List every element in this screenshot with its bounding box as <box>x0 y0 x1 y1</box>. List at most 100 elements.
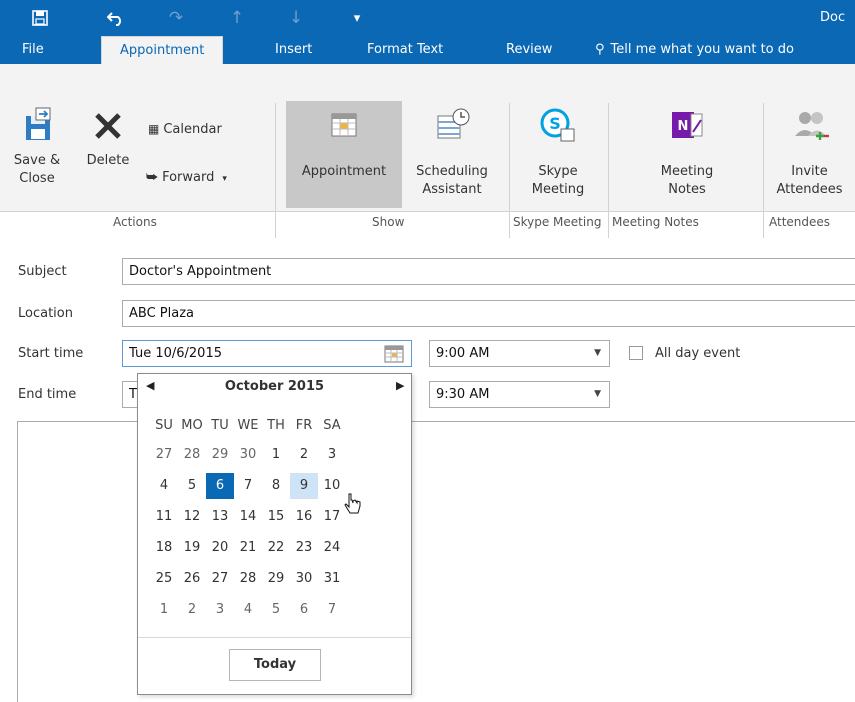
calendar-day[interactable]: 14 <box>234 504 262 530</box>
undo-icon[interactable] <box>98 0 134 36</box>
forward-dropdown-icon[interactable]: ▾ <box>222 174 227 184</box>
redo-icon[interactable]: ↷ <box>158 0 194 36</box>
today-button[interactable]: Today <box>229 649 321 681</box>
save-icon[interactable] <box>22 0 58 36</box>
down-arrow-icon[interactable]: ↓ <box>278 0 314 36</box>
calendar-day[interactable]: 15 <box>262 504 290 530</box>
calendar-day[interactable]: 23 <box>290 535 318 561</box>
invite-attendees-icon <box>794 112 829 140</box>
end-time-select[interactable]: 9:30 AM ▼ <box>429 381 610 408</box>
calendar-day[interactable]: 8 <box>262 473 290 499</box>
forward-button[interactable]: ⮩ Forward ▾ <box>146 169 227 188</box>
calendar-day[interactable]: 12 <box>178 504 206 530</box>
show-group-label: Show <box>372 215 405 229</box>
calendar-day[interactable]: 5 <box>262 597 290 623</box>
up-arrow-icon[interactable]: ↑ <box>219 0 255 36</box>
calendar-day[interactable]: 4 <box>150 473 178 499</box>
calendar-day[interactable]: 6 <box>290 597 318 623</box>
weekday-header: WE <box>237 418 259 433</box>
calendar-day[interactable]: 2 <box>178 597 206 623</box>
invite-attendees-button[interactable]: Invite Attendees <box>764 106 855 199</box>
calendar-day[interactable]: 19 <box>178 535 206 561</box>
calendar-day[interactable]: 20 <box>206 535 234 561</box>
date-picker-popup: ◀ October 2015 ▶ SU MO TU WE TH FR SA 27 28 29 30… <box>137 373 412 695</box>
calendar-day[interactable]: 27 <box>206 566 234 592</box>
tab-review[interactable]: Review <box>506 36 552 64</box>
weekday-header: TH <box>267 418 285 433</box>
all-day-checkbox[interactable] <box>629 346 643 360</box>
scheduling-assistant-button[interactable]: Scheduling Assistant <box>404 106 500 199</box>
ribbon-tabs: File Appointment Insert Format Text Revi… <box>0 36 855 64</box>
onenote-icon: N <box>672 112 703 138</box>
scheduling-label-1: Scheduling <box>416 164 488 179</box>
calendar-day[interactable]: 29 <box>206 442 234 468</box>
customize-qat-icon[interactable]: ▾ <box>339 0 375 36</box>
calendar-day[interactable]: 2 <box>290 442 318 468</box>
notes-group-label: Meeting Notes <box>612 215 699 229</box>
calendar-day[interactable]: 22 <box>262 535 290 561</box>
location-label: Location <box>18 306 73 321</box>
weekday-header: TU <box>211 418 229 433</box>
tab-appointment[interactable]: Appointment <box>101 36 224 64</box>
appointment-view-button[interactable]: Appointment <box>286 106 402 181</box>
calendar-day[interactable]: 10 <box>318 473 346 499</box>
forward-label: Forward <box>162 170 215 185</box>
calendar-day[interactable]: 28 <box>234 566 262 592</box>
calendar-day[interactable]: 30 <box>234 442 262 468</box>
calendar-day[interactable]: 28 <box>178 442 206 468</box>
calendar-day[interactable]: 13 <box>206 504 234 530</box>
save-close-button[interactable]: Save & Close <box>8 106 66 188</box>
tell-me-text: Tell me what you want to do <box>610 42 794 57</box>
start-date-input[interactable]: Tue 10/6/2015 <box>122 340 412 367</box>
calendar-day[interactable]: 9 <box>290 473 318 499</box>
weekday-header: SU <box>155 418 173 433</box>
calendar-button[interactable]: ▦ Calendar <box>148 120 222 139</box>
calendar-day[interactable]: 16 <box>290 504 318 530</box>
calendar-icon <box>384 345 404 363</box>
subject-input[interactable]: Doctor's Appointment <box>122 258 855 285</box>
weekday-header: SA <box>323 418 341 433</box>
tab-format-text[interactable]: Format Text <box>367 36 443 64</box>
subject-label: Subject <box>18 264 67 279</box>
next-month-button[interactable]: ▶ <box>396 379 404 392</box>
attendees-label-1: Invite <box>791 164 828 179</box>
calendar-day[interactable]: 3 <box>206 597 234 623</box>
tab-insert[interactable]: Insert <box>275 36 312 64</box>
calendar-day[interactable]: 7 <box>318 597 346 623</box>
calendar-day[interactable]: 17 <box>318 504 346 530</box>
calendar-day[interactable]: 30 <box>290 566 318 592</box>
calendar-day[interactable]: 6 <box>206 473 234 499</box>
calendar-day[interactable]: 1 <box>262 442 290 468</box>
skype-label-2: Meeting <box>531 182 585 197</box>
calendar-day[interactable]: 5 <box>178 473 206 499</box>
save-close-label-1: Save & <box>13 153 61 168</box>
calendar-day[interactable]: 27 <box>150 442 178 468</box>
tell-me-search[interactable]: ⚲ Tell me what you want to do <box>595 36 794 64</box>
calendar-day[interactable]: 4 <box>234 597 262 623</box>
skype-meeting-button[interactable]: S Skype Meeting <box>510 106 606 199</box>
calendar-day[interactable]: 24 <box>318 535 346 561</box>
group-divider <box>275 103 276 238</box>
calendar-day[interactable]: 29 <box>262 566 290 592</box>
calendar-day[interactable]: 31 <box>318 566 346 592</box>
skype-icon: S <box>540 108 575 142</box>
calendar-day[interactable]: 7 <box>234 473 262 499</box>
calendar-day[interactable]: 1 <box>150 597 178 623</box>
location-input[interactable]: ABC Plaza <box>122 300 855 327</box>
start-time-select[interactable]: 9:00 AM ▼ <box>429 340 610 367</box>
all-day-label: All day event <box>655 346 741 361</box>
chevron-down-icon: ▼ <box>594 389 601 399</box>
picker-divider <box>138 637 411 638</box>
calendar-day[interactable]: 26 <box>178 566 206 592</box>
calendar-day[interactable]: 3 <box>318 442 346 468</box>
title-bar: ↷ ↑ ↓ ▾ Doc <box>0 0 855 36</box>
meeting-notes-button[interactable]: N Meeting Notes <box>612 106 762 199</box>
calendar-day[interactable]: 18 <box>150 535 178 561</box>
date-picker-button[interactable] <box>378 338 410 370</box>
calendar-day[interactable]: 11 <box>150 504 178 530</box>
calendar-day[interactable]: 25 <box>150 566 178 592</box>
window-title: Doc <box>820 10 846 25</box>
calendar-day[interactable]: 21 <box>234 535 262 561</box>
tab-file[interactable]: File <box>22 36 44 64</box>
delete-button[interactable]: Delete <box>80 106 136 170</box>
